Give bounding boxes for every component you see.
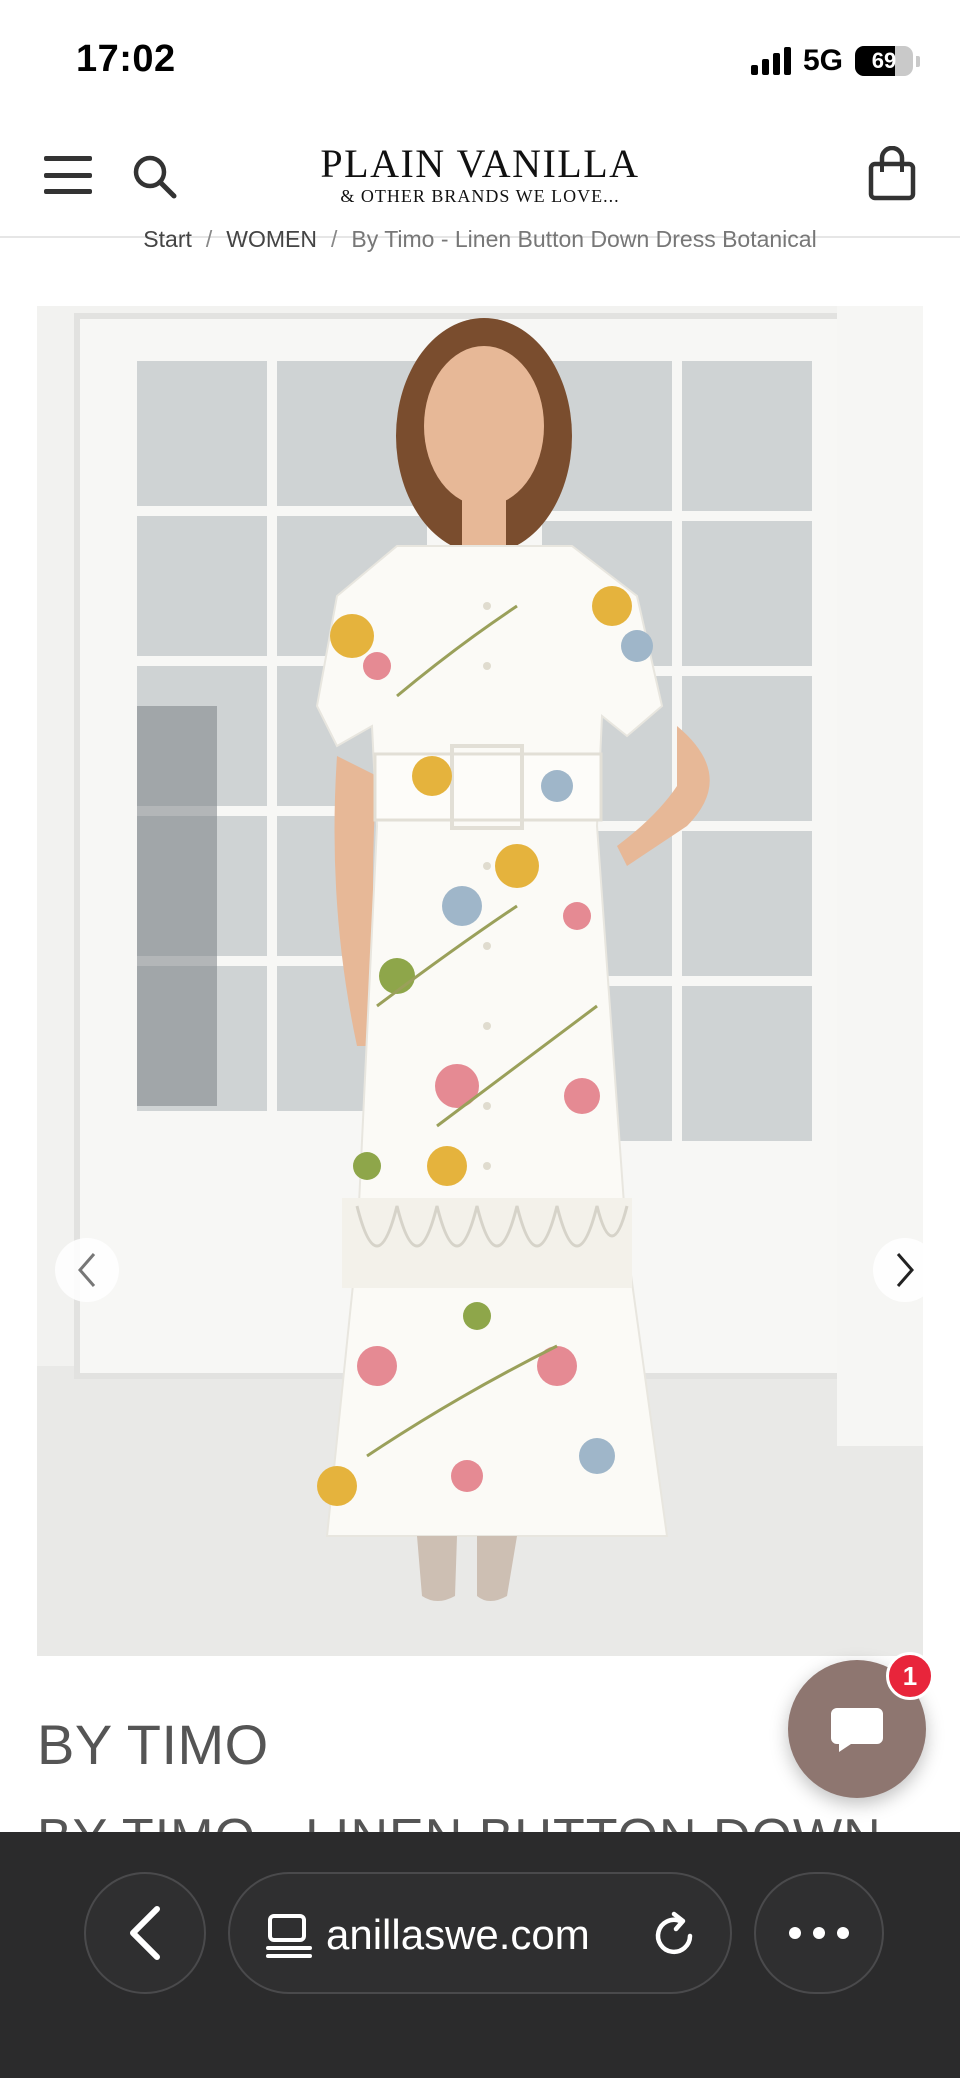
reload-icon[interactable]	[650, 1910, 700, 1960]
shopping-bag-icon[interactable]	[866, 145, 918, 202]
chat-bubble-icon	[831, 1708, 883, 1752]
battery-cap	[916, 55, 920, 67]
logo-main-text: PLAIN VANILLA	[320, 141, 640, 186]
hamburger-menu-icon[interactable]	[44, 152, 92, 198]
site-header: PLAIN VANILLA & OTHER BRANDS WE LOVE...	[0, 120, 960, 238]
battery-percent: 69	[871, 48, 897, 73]
status-bar: 17:02 5G 69	[0, 0, 960, 120]
status-time: 17:02	[76, 38, 176, 80]
chat-notification-badge: 1	[886, 1652, 934, 1700]
chevron-right-icon	[896, 1253, 914, 1287]
tabs-icon	[266, 1914, 312, 1958]
browser-back-button[interactable]	[84, 1872, 206, 1994]
url-text: anillaswe.com	[326, 1911, 590, 1958]
battery-icon: 69	[855, 46, 913, 76]
more-options-button[interactable]	[754, 1872, 884, 1994]
chevron-left-icon	[78, 1253, 96, 1287]
signal-icon	[750, 47, 791, 75]
logo-tagline: & OTHER BRANDS WE LOVE...	[340, 186, 620, 206]
breadcrumb-separator: /	[330, 226, 338, 252]
breadcrumb-current: By Timo - Linen Button Down Dress Botani…	[351, 226, 817, 252]
back-chevron-icon	[130, 1906, 160, 1960]
site-logo[interactable]: PLAIN VANILLA & OTHER BRANDS WE LOVE...	[300, 141, 660, 207]
breadcrumb: Start / WOMEN / By Timo - Linen Button Down …	[0, 226, 960, 253]
breadcrumb-women[interactable]: WOMEN	[226, 226, 317, 252]
search-icon[interactable]	[130, 152, 178, 200]
breadcrumb-start[interactable]: Start	[143, 226, 192, 252]
address-bar[interactable]: anillaswe.com	[228, 1872, 732, 1994]
network-type: 5G	[802, 44, 843, 77]
more-dots-icon	[789, 1927, 801, 1939]
status-indicators: 5G 69	[750, 44, 920, 78]
product-image[interactable]	[37, 306, 923, 1656]
breadcrumb-separator: /	[205, 226, 213, 252]
browser-toolbar: anillaswe.com	[0, 1832, 960, 2078]
gallery-prev-button[interactable]	[55, 1238, 119, 1302]
product-brand: BY TIMO	[37, 1713, 269, 1776]
